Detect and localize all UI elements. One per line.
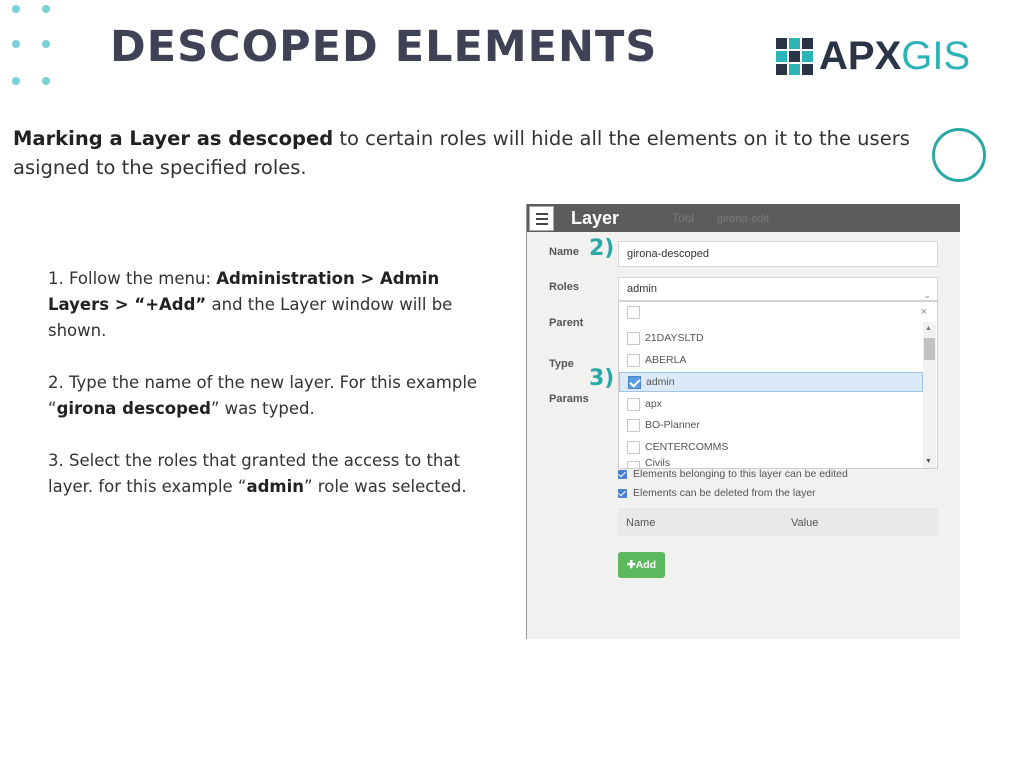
role-option[interactable] [619,303,923,323]
role-checkbox[interactable] [627,441,640,454]
checkbox-checked-icon[interactable] [618,469,627,479]
deletable-checkbox-row[interactable]: Elements can be deleted from the layer [618,487,816,499]
logo-grid-icon [776,37,813,75]
scrollbar-thumb[interactable] [924,338,935,360]
step-3-bold: admin [246,477,305,496]
layer-window: Tool girona-edit Layer Name 2) girona-de… [526,204,960,639]
params-table-header: Name Value [618,508,938,536]
params-label: Params [549,393,589,405]
logo-text-apx: APX [819,33,902,78]
step-marker-2: 2) [589,236,615,261]
role-checkbox[interactable] [627,306,640,319]
editable-checkbox-row[interactable]: Elements belonging to this layer can be … [618,468,848,480]
roles-selected-value: admin [627,283,657,295]
step-2: 2. Type the name of the new layer. For t… [48,370,498,422]
role-option[interactable]: ABERLA [619,351,923,371]
step-1: 1. Follow the menu: Administration > Adm… [48,266,498,344]
role-option[interactable]: Civils [619,458,923,468]
role-option-label: BO-Planner [645,419,700,431]
steps-list: 1. Follow the menu: Administration > Adm… [48,266,498,526]
role-checkbox[interactable] [627,354,640,367]
layer-window-title: Layer [571,208,620,228]
step-1-text: 1. Follow the menu: [48,269,217,288]
role-option-label: CENTERCOMMS [645,441,729,453]
editable-checkbox-label: Elements belonging to this layer can be … [633,468,848,480]
name-label: Name [549,246,579,258]
add-param-button[interactable]: ✚Add [618,552,665,578]
layer-window-header: Tool girona-edit Layer [527,204,960,232]
checkbox-checked-icon[interactable] [618,488,627,498]
column-header-name: Name [626,517,656,529]
role-option-label: 21DAYSLTD [645,332,704,344]
intro-bold: Marking a Layer as descoped [13,127,334,150]
role-option[interactable]: apx [619,395,923,415]
role-checkbox[interactable] [627,461,640,468]
roles-label: Roles [549,281,579,293]
step-3: 3. Select the roles that granted the acc… [48,448,498,500]
step-2-bold: girona descoped [56,399,211,418]
decorative-dots [8,5,58,87]
step-marker-3: 3) [589,366,615,391]
role-option[interactable]: BO-Planner [619,416,923,436]
role-option[interactable]: CENTERCOMMS [619,438,923,458]
layer-name-input[interactable]: girona-descoped [618,241,938,267]
logo-text-gis: GIS [901,33,971,78]
step-2-tail: ” was typed. [210,399,315,418]
intro-paragraph: Marking a Layer as descoped to certain r… [13,124,913,182]
role-checkbox[interactable] [627,398,640,411]
role-checkbox[interactable] [627,332,640,345]
scroll-up-icon[interactable]: ▲ [925,325,932,332]
role-option-label: admin [646,376,675,388]
slide-title: DESCOPED ELEMENTS [110,22,658,72]
parent-label: Parent [549,317,584,329]
role-checkbox[interactable] [627,419,640,432]
role-option-selected[interactable]: admin [619,372,923,392]
roles-dropdown-list[interactable]: × 21DAYSLTD ABERLA admin apx BO-Planner … [618,301,938,469]
role-option[interactable]: 21DAYSLTD [619,329,923,349]
ghost-tool-text: Tool [672,211,695,225]
type-label: Type [549,358,574,370]
role-checkbox-checked[interactable] [628,376,641,389]
apxgis-logo: APX GIS [776,34,970,78]
ghost-layer-text: girona-edit [717,213,769,225]
dropdown-scrollbar[interactable]: ▲ ▼ [923,322,936,468]
role-option-label: ABERLA [645,354,687,366]
column-header-value: Value [791,517,819,529]
scroll-down-icon[interactable]: ▼ [925,458,932,465]
role-option-label: Civils [645,458,671,468]
deletable-checkbox-label: Elements can be deleted from the layer [633,487,816,499]
decorative-circle-icon [932,128,986,182]
roles-select[interactable]: admin ⌄ [618,277,938,301]
role-option-label: apx [645,398,662,410]
menu-list-icon[interactable] [529,206,554,231]
step-3-tail: ” role was selected. [304,477,467,496]
